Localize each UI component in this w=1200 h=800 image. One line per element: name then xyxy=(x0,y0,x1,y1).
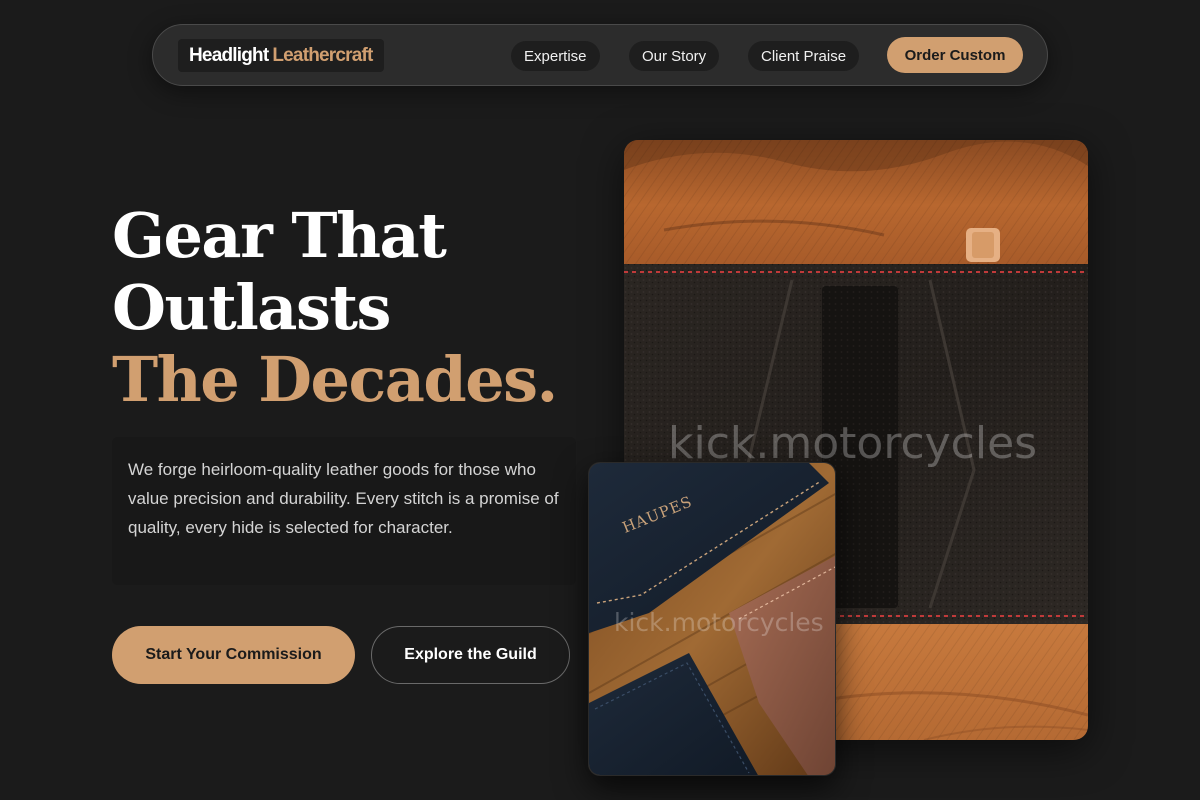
order-custom-button[interactable]: Order Custom xyxy=(887,37,1023,73)
headline-line-1: Gear That xyxy=(112,199,447,272)
brand-name-accent: Leathercraft xyxy=(272,44,373,66)
nav-link-client-praise[interactable]: Client Praise xyxy=(748,41,860,71)
hero-description: We forge heirloom-quality leather goods … xyxy=(112,437,576,585)
headline-line-3: The Decades. xyxy=(112,343,558,416)
nav-link-expertise[interactable]: Expertise xyxy=(511,41,600,71)
headline-line-2: Outlasts xyxy=(112,271,391,344)
top-nav: Headlight Leathercraft Expertise Our Sto… xyxy=(152,24,1048,86)
start-commission-button[interactable]: Start Your Commission xyxy=(112,626,355,684)
secondary-image-wallets: HAUPES xyxy=(588,462,836,776)
brand-name-primary: Headlight xyxy=(189,44,269,66)
brand-logo[interactable]: Headlight Leathercraft xyxy=(178,39,384,72)
hero-headline: Gear That Outlasts The Decades. xyxy=(112,199,558,416)
nav-link-our-story[interactable]: Our Story xyxy=(629,41,720,71)
explore-guild-button[interactable]: Explore the Guild xyxy=(371,626,570,684)
